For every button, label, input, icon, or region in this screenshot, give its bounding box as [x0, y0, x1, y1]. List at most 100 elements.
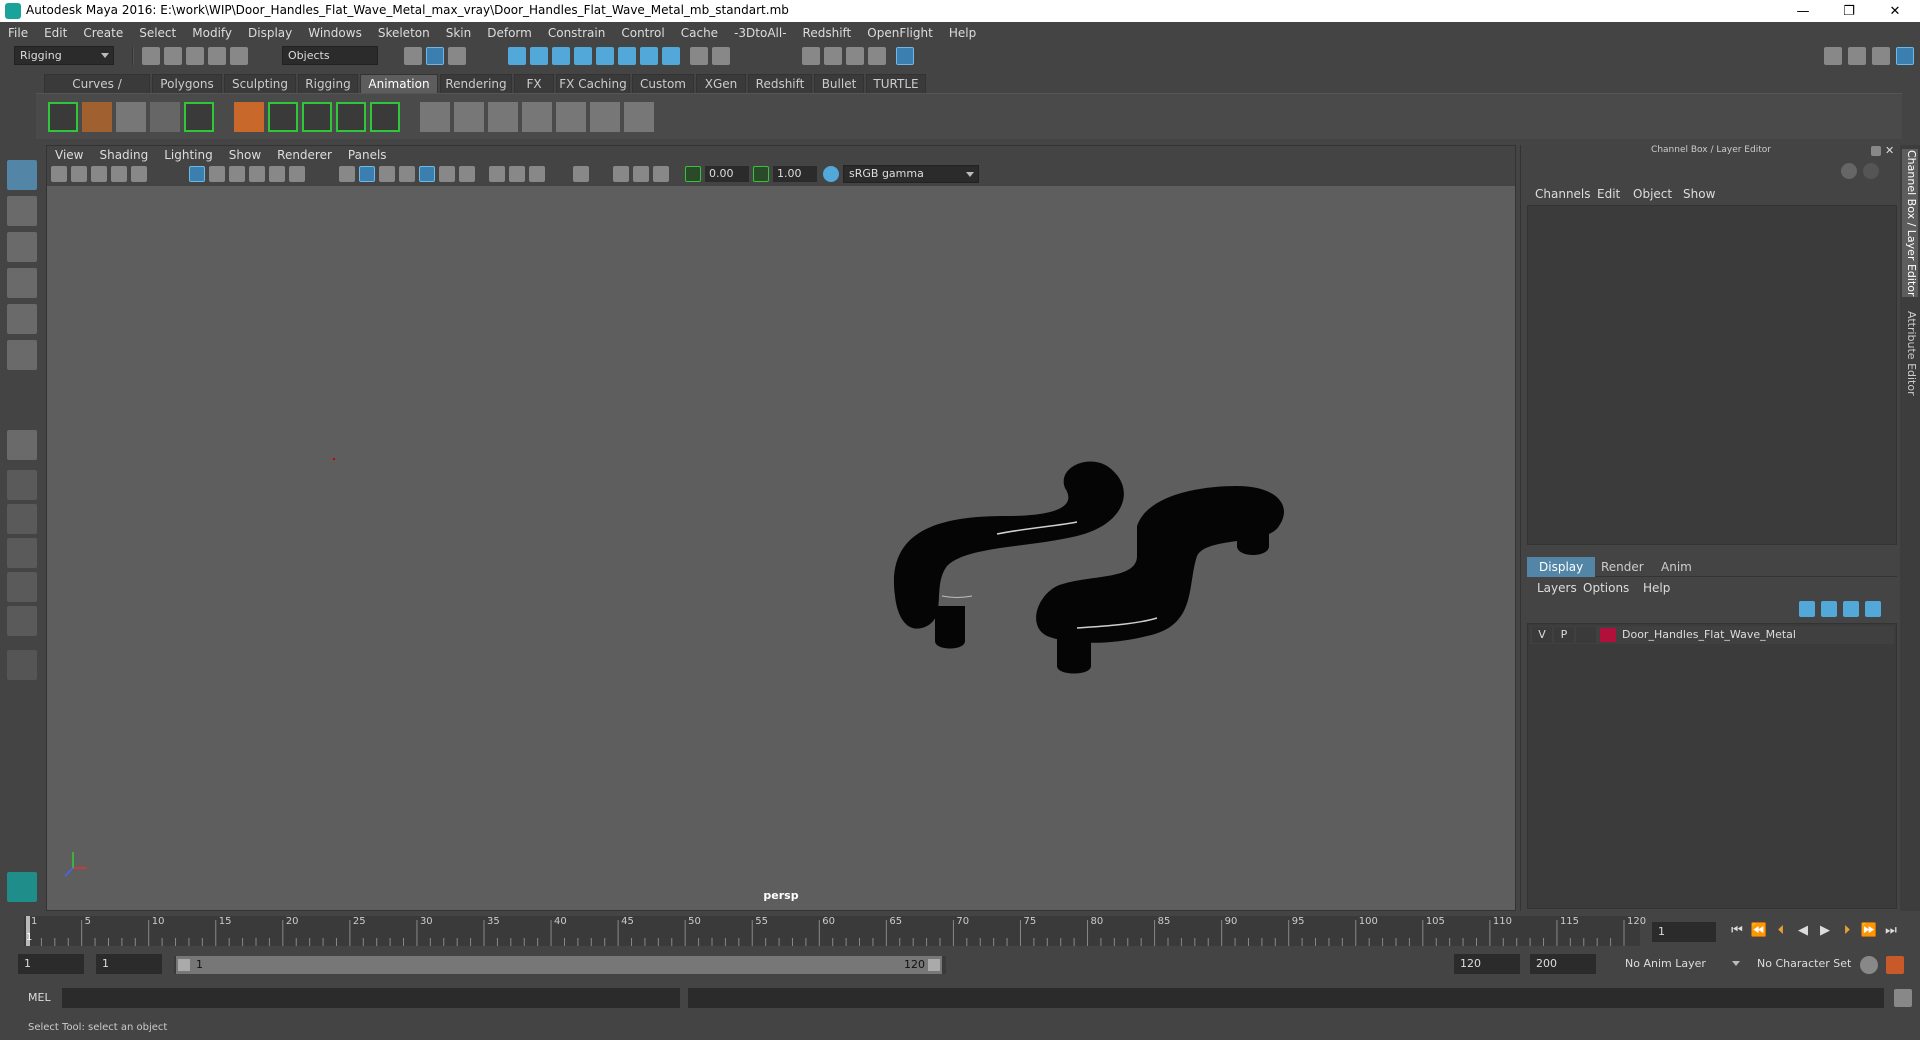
menu-display[interactable]: Display [240, 22, 300, 44]
cluster-icon[interactable] [556, 102, 586, 132]
step-back-key-icon[interactable]: ⏴ [1772, 922, 1790, 940]
play-backwards-icon[interactable]: ◀ [1794, 922, 1812, 940]
resolution-gate-icon[interactable] [229, 166, 245, 182]
channel-box-toggle-icon[interactable] [1896, 47, 1914, 65]
shelf-tab-sculpting[interactable]: Sculpting [224, 74, 296, 93]
layer-visibility-toggle[interactable]: V [1532, 627, 1552, 643]
construction-history-icon[interactable] [712, 47, 730, 65]
ik-handle-icon[interactable] [420, 102, 450, 132]
ik-spline-icon[interactable] [488, 102, 518, 132]
ambient-occlusion-icon[interactable] [459, 166, 475, 182]
character-set-dropdown[interactable]: No Character Set [1752, 955, 1876, 975]
play-forwards-icon[interactable]: ▶ [1816, 922, 1834, 940]
two-d-pan-zoom-icon[interactable] [131, 166, 147, 182]
grid-icon[interactable] [189, 166, 205, 182]
menu-create[interactable]: Create [75, 22, 131, 44]
set-key-scale-icon[interactable] [336, 102, 366, 132]
lasso-tool-icon[interactable] [7, 196, 37, 226]
single-perspective-layout-icon[interactable] [7, 430, 37, 460]
save-scene-icon[interactable] [186, 47, 204, 65]
symmetry-icon[interactable] [662, 47, 680, 65]
view-transform-dropdown[interactable]: sRGB gamma [843, 165, 979, 183]
range-slider-bar-fill[interactable] [176, 956, 942, 974]
selection-mode-dropdown[interactable]: Objects [282, 46, 378, 65]
close-button[interactable]: ✕ [1872, 0, 1918, 22]
menu-control[interactable]: Control [613, 22, 672, 44]
restore-button[interactable]: ❐ [1826, 0, 1872, 22]
menu-openflight[interactable]: OpenFlight [859, 22, 941, 44]
snap-point-icon[interactable] [552, 47, 570, 65]
auto-key-icon[interactable] [1860, 956, 1878, 974]
move-layer-down-icon[interactable] [1821, 601, 1837, 617]
menu-redshift[interactable]: Redshift [795, 22, 860, 44]
select-tool-icon[interactable] [7, 160, 37, 190]
layer-tab-render[interactable]: Render [1589, 557, 1656, 577]
scale-tool-icon[interactable] [7, 340, 37, 370]
set-key-visibility-icon[interactable] [370, 102, 400, 132]
minimize-button[interactable]: — [1780, 0, 1826, 22]
create-ghost-icon[interactable] [116, 102, 146, 132]
lock-icon[interactable] [690, 47, 708, 65]
playback-start-field[interactable]: 1 [96, 954, 162, 974]
viewport-menu-panels[interactable]: Panels [340, 146, 395, 164]
shelf-tab-xgen[interactable]: XGen [696, 74, 746, 93]
persp-outliner-layout-icon[interactable] [7, 504, 37, 534]
menu-3dtoall[interactable]: -3DtoAll- [726, 22, 794, 44]
image-plane-icon[interactable] [111, 166, 127, 182]
layer-playback-toggle[interactable]: P [1554, 627, 1574, 643]
motion-trail-icon[interactable] [82, 102, 112, 132]
render-current-frame-icon[interactable] [824, 47, 842, 65]
channel-menu-show[interactable]: Show [1683, 187, 1715, 201]
gamma-icon[interactable] [753, 166, 769, 182]
move-layer-up-icon[interactable] [1799, 601, 1815, 617]
bend-deformer-icon[interactable] [624, 102, 654, 132]
isolate-select-icon[interactable] [573, 166, 589, 182]
expand-toolbox-icon[interactable] [7, 650, 37, 680]
side-tab-channel-box[interactable]: Channel Box / Layer Editor [1902, 149, 1918, 297]
menu-windows[interactable]: Windows [300, 22, 370, 44]
gate-mask-icon[interactable] [249, 166, 265, 182]
viewport-menu-view[interactable]: View [47, 146, 91, 164]
select-by-hierarchy-icon[interactable] [404, 47, 422, 65]
attribute-editor-toggle-icon[interactable] [1848, 47, 1866, 65]
undo-icon[interactable] [208, 47, 226, 65]
custom-layout-icon[interactable] [7, 606, 37, 636]
xray-components-icon[interactable] [529, 166, 545, 182]
menu-cache[interactable]: Cache [673, 22, 726, 44]
exposure-field[interactable]: 0.00 [705, 166, 749, 182]
side-tab-attribute-editor[interactable]: Attribute Editor [1902, 303, 1918, 403]
wireframe-on-shaded-icon[interactable] [379, 166, 395, 182]
command-input[interactable] [62, 988, 680, 1008]
shelf-tab-rendering[interactable]: Rendering [440, 74, 512, 93]
history-icon[interactable] [640, 47, 658, 65]
snap-grid-icon[interactable] [508, 47, 526, 65]
animation-preferences-icon[interactable] [1886, 956, 1904, 974]
menu-constrain[interactable]: Constrain [540, 22, 614, 44]
ipr-render-icon[interactable] [846, 47, 864, 65]
script-editor-icon[interactable] [1894, 989, 1912, 1007]
unghost-icon[interactable] [150, 102, 180, 132]
shelf-tab-fx[interactable]: FX [514, 74, 554, 93]
shadows-icon[interactable] [439, 166, 455, 182]
animation-end-field[interactable]: 200 [1530, 954, 1596, 974]
shelf-tab-bullet[interactable]: Bullet [814, 74, 864, 93]
new-scene-icon[interactable] [142, 47, 160, 65]
channel-menu-channels[interactable]: Channels [1535, 187, 1591, 201]
playback-end-field[interactable]: 120 [1454, 954, 1520, 974]
persp-graph-layout-icon[interactable] [7, 538, 37, 568]
viewport-menu-renderer[interactable]: Renderer [269, 146, 340, 164]
new-layer-selected-icon[interactable] [1865, 601, 1881, 617]
menu-deform[interactable]: Deform [479, 22, 540, 44]
hypershade-icon[interactable] [896, 47, 914, 65]
gamma-field[interactable]: 1.00 [773, 166, 817, 182]
smooth-shade-icon[interactable] [359, 166, 375, 182]
range-slider[interactable]: 1 120 [174, 956, 946, 974]
shelf-tab-fx-caching[interactable]: FX Caching [556, 74, 630, 93]
shelf-tab-animation[interactable]: Animation [360, 74, 438, 93]
shelf-tab-polygons[interactable]: Polygons [152, 74, 222, 93]
channel-box-area[interactable] [1527, 205, 1897, 545]
camera-attributes-icon[interactable] [71, 166, 87, 182]
textured-icon[interactable] [399, 166, 415, 182]
layer-row[interactable]: V P Door_Handles_Flat_Wave_Metal [1530, 626, 1894, 644]
set-breakdown-icon[interactable] [234, 102, 264, 132]
